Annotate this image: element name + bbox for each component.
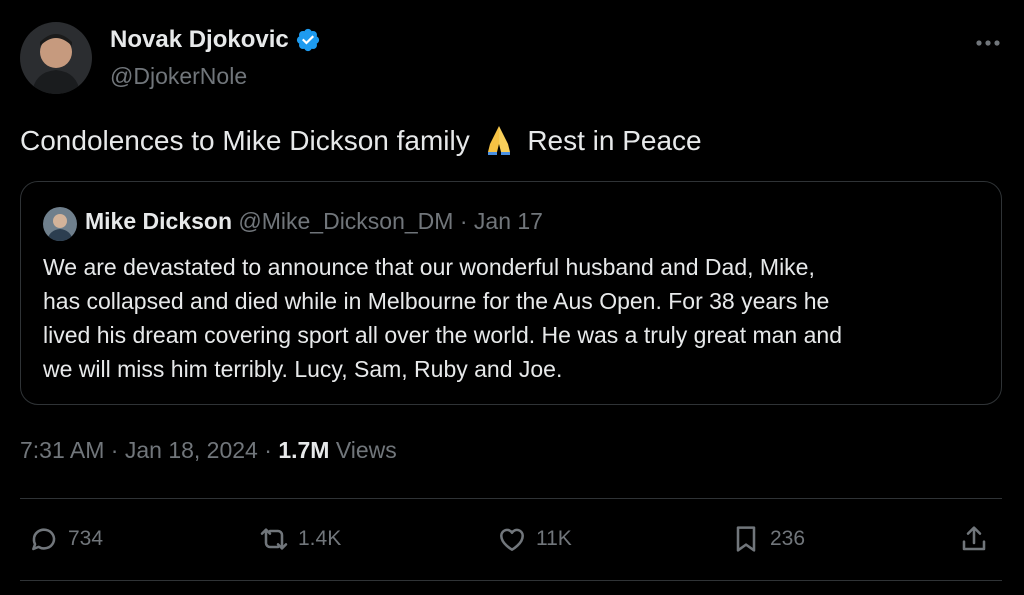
like-button[interactable]: 11K (496, 523, 572, 555)
author-name[interactable]: Novak Djokovic (110, 26, 289, 54)
repost-icon (260, 528, 288, 550)
verified-badge-icon (296, 28, 319, 52)
quoted-tweet-card[interactable]: Mike Dickson @Mike_Dickson_DM · Jan 17 W… (20, 181, 1002, 405)
like-count: 11K (536, 527, 572, 550)
quoted-tweet-text: We are devastated to announce that our w… (43, 250, 983, 386)
author-handle[interactable]: @DjokerNole (110, 63, 247, 90)
quoted-text-line: We are devastated to announce that our w… (43, 254, 815, 280)
reply-button[interactable]: 734 (28, 523, 103, 555)
heart-icon (500, 528, 524, 551)
meta-separator: · (110, 437, 119, 463)
quoted-author-name: Mike Dickson (85, 208, 232, 234)
share-button[interactable] (958, 523, 998, 555)
share-icon (962, 526, 986, 551)
meta-separator: · (264, 437, 272, 463)
tweet-time[interactable]: 7:31 AM (20, 437, 104, 463)
quoted-author-handle: @Mike_Dickson_DM (238, 208, 454, 234)
tweet-meta: 7:31 AM · Jan 18, 2024 · 1.7M Views (20, 437, 397, 464)
quoted-text-line: we will miss him terribly. Lucy, Sam, Ru… (43, 356, 563, 382)
tweet-text-part-1: Condolences to Mike Dickson family (20, 125, 470, 156)
views-label: Views (335, 437, 397, 463)
divider-top (20, 498, 1002, 499)
action-bar: 734 1.4K 11K 236 (20, 516, 1002, 566)
folded-hands-emoji-icon (487, 126, 510, 155)
views-count: 1.7M (278, 437, 330, 463)
bookmark-button[interactable]: 236 (730, 523, 805, 555)
bookmark-icon (736, 526, 756, 552)
tweet-date[interactable]: Jan 18, 2024 (125, 437, 258, 463)
quoted-date: Jan 17 (473, 208, 543, 234)
reply-count: 734 (68, 527, 104, 550)
quoted-text-line: lived his dream covering sport all over … (43, 322, 842, 348)
bookmark-count: 236 (770, 527, 806, 550)
more-options-icon[interactable] (974, 36, 1002, 50)
quoted-text-line: has collapsed and died while in Melbourn… (43, 288, 830, 314)
reply-icon (32, 528, 56, 551)
quoted-author-avatar (43, 207, 77, 241)
quoted-separator: · (459, 208, 468, 234)
repost-button[interactable]: 1.4K (258, 523, 341, 555)
tweet-text: Condolences to Mike Dickson family Rest … (20, 122, 702, 157)
divider-bottom (20, 580, 1002, 581)
repost-count: 1.4K (298, 527, 342, 550)
tweet-text-part-2: Rest in Peace (527, 125, 702, 156)
author-avatar[interactable] (20, 22, 92, 94)
